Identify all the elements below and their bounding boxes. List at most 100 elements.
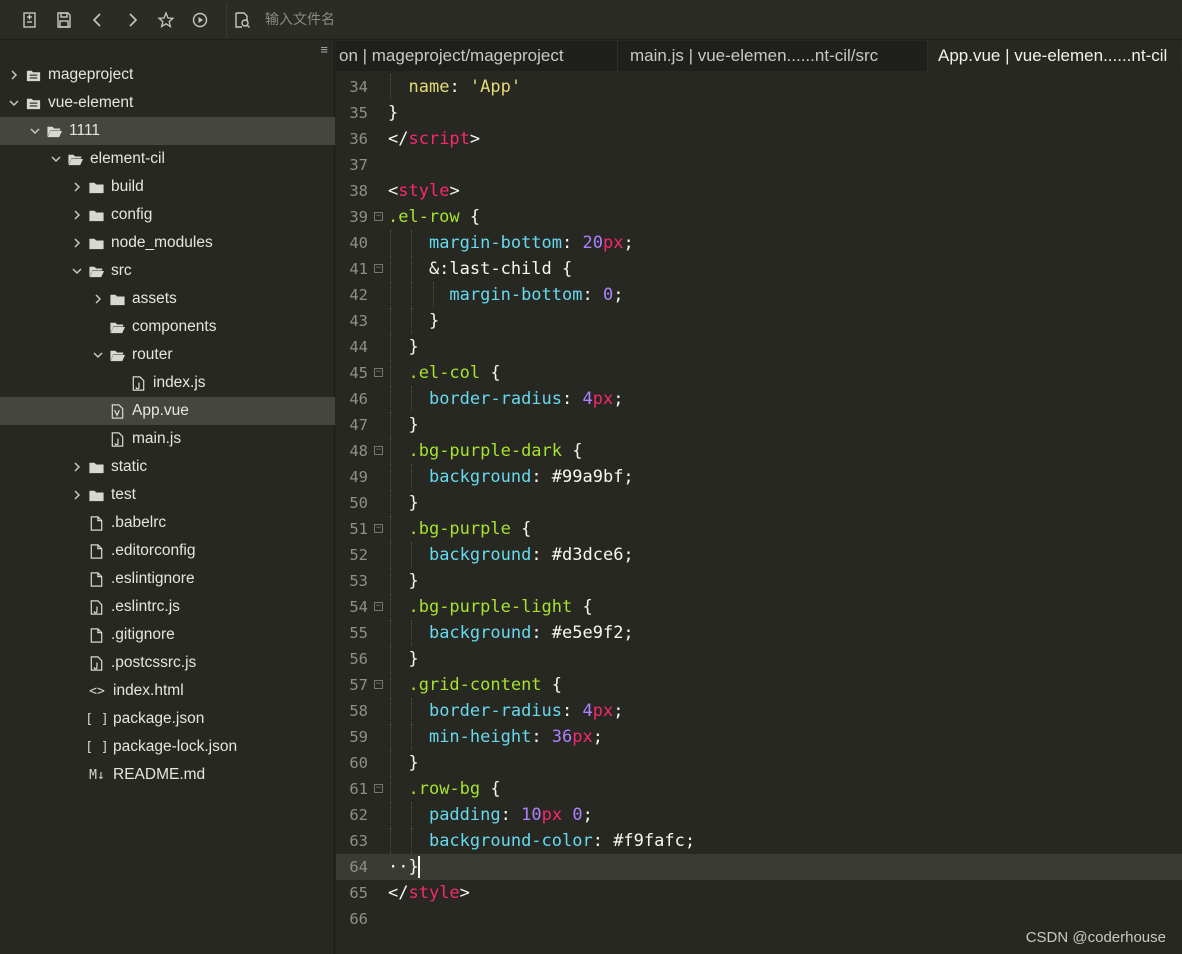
code-line[interactable]: 48 .bg-purple-dark { — [336, 438, 1182, 464]
tree-item[interactable]: M↓ README.md — [0, 761, 335, 789]
code-token: : #f9fafc; — [592, 831, 696, 851]
tree-item[interactable]: element-cil — [0, 145, 335, 173]
tree-item[interactable]: build — [0, 173, 335, 201]
tree-item[interactable]: .editorconfig — [0, 537, 335, 565]
code-line[interactable]: 58 border-radius: 4px; — [336, 698, 1182, 724]
new-file-icon[interactable] — [18, 8, 42, 32]
code-token: } — [388, 493, 419, 513]
fold-toggle-icon[interactable] — [374, 602, 383, 611]
chevron-down-icon[interactable] — [50, 153, 62, 165]
chevron-right-icon[interactable] — [71, 461, 83, 473]
code-editor[interactable]: 34 name: 'App' 35} 36 </script> 37 38 <style> 3… — [336, 74, 1182, 954]
code-line[interactable]: 57 .grid-content { — [336, 672, 1182, 698]
code-line[interactable]: 36 </script> — [336, 126, 1182, 152]
code-line[interactable]: 63 background-color: #f9fafc; — [336, 828, 1182, 854]
tree-item[interactable]: assets — [0, 285, 335, 313]
save-icon[interactable] — [52, 8, 76, 32]
hamburger-menu-icon[interactable]: ≡ — [320, 43, 328, 56]
code-line[interactable]: 40 margin-bottom: 20px; — [336, 230, 1182, 256]
tree-item[interactable]: [ ] package-lock.json — [0, 733, 335, 761]
tree-item[interactable]: index.js — [0, 369, 335, 397]
chevron-down-icon[interactable] — [29, 125, 41, 137]
fold-toggle-icon[interactable] — [374, 212, 383, 221]
file-search-input[interactable] — [263, 10, 863, 29]
tree-item[interactable]: [ ] package.json — [0, 705, 335, 733]
forward-icon[interactable] — [120, 8, 144, 32]
tree-item[interactable]: .babelrc — [0, 509, 335, 537]
tab-mageproject[interactable]: on | mageproject/mageproject — [336, 41, 618, 71]
tree-item[interactable]: node_modules — [0, 229, 335, 257]
fold-toggle-icon[interactable] — [374, 264, 383, 273]
code-line[interactable]: 34 name: 'App' — [336, 74, 1182, 100]
fold-toggle-icon[interactable] — [374, 368, 383, 377]
code-line[interactable]: 60 } — [336, 750, 1182, 776]
tree-item[interactable]: components — [0, 313, 335, 341]
line-number: 64 — [349, 858, 368, 876]
code-line[interactable]: 62 padding: 10px 0; — [336, 802, 1182, 828]
code-line[interactable]: 65 </style> — [336, 880, 1182, 906]
tree-item[interactable]: src — [0, 257, 335, 285]
star-icon[interactable] — [154, 8, 178, 32]
tree-item[interactable]: static — [0, 453, 335, 481]
fold-toggle-icon[interactable] — [374, 524, 383, 533]
code-line[interactable]: 49 background: #99a9bf; — [336, 464, 1182, 490]
code-text: } — [388, 308, 439, 334]
code-line[interactable]: 53 } — [336, 568, 1182, 594]
tab-app-vue[interactable]: App.vue | vue-elemen......nt-cil — [928, 41, 1182, 71]
tree-item[interactable]: vue-element — [0, 89, 335, 117]
code-line[interactable]: 43 } — [336, 308, 1182, 334]
code-line[interactable]: 44 } — [336, 334, 1182, 360]
code-line[interactable]: 50 } — [336, 490, 1182, 516]
fold-toggle-icon[interactable] — [374, 784, 383, 793]
code-line[interactable]: 52 background: #d3dce6; — [336, 542, 1182, 568]
code-line[interactable]: 38 <style> — [336, 178, 1182, 204]
chevron-right-icon[interactable] — [71, 181, 83, 193]
code-line[interactable]: 56 } — [336, 646, 1182, 672]
tree-item[interactable]: test — [0, 481, 335, 509]
code-line[interactable]: 39 .el-row { — [336, 204, 1182, 230]
tree-item[interactable]: main.js — [0, 425, 335, 453]
tree-item[interactable]: .postcssrc.js — [0, 649, 335, 677]
tree-item[interactable]: .eslintignore — [0, 565, 335, 593]
code-line[interactable]: 41 &:last-child { — [336, 256, 1182, 282]
code-line[interactable]: 51 .bg-purple { — [336, 516, 1182, 542]
code-line[interactable]: 45 .el-col { — [336, 360, 1182, 386]
tree-item-label: .eslintrc.js — [111, 598, 180, 615]
code-line[interactable]: 54 .bg-purple-light { — [336, 594, 1182, 620]
run-icon[interactable] — [188, 8, 212, 32]
tree-item[interactable]: router — [0, 341, 335, 369]
tab-main-js[interactable]: main.js | vue-elemen......nt-cil/src — [618, 41, 928, 71]
chevron-down-icon[interactable] — [8, 97, 20, 109]
fold-toggle-icon[interactable] — [374, 680, 383, 689]
chevron-right-icon[interactable] — [8, 69, 20, 81]
code-token: } — [388, 103, 399, 123]
tree-item[interactable]: 1111 — [0, 117, 335, 145]
code-line[interactable]: 55 background: #e5e9f2; — [336, 620, 1182, 646]
file-icon — [87, 514, 105, 532]
back-icon[interactable] — [86, 8, 110, 32]
tree-item[interactable]: .eslintrc.js — [0, 593, 335, 621]
fold-toggle-icon[interactable] — [374, 446, 383, 455]
chevron-right-icon[interactable] — [71, 489, 83, 501]
code-token: script — [408, 129, 470, 149]
code-line[interactable]: 37 — [336, 152, 1182, 178]
code-token: px — [592, 389, 614, 409]
tree-item[interactable]: .gitignore — [0, 621, 335, 649]
code-line[interactable]: 61 .row-bg { — [336, 776, 1182, 802]
chevron-down-icon[interactable] — [71, 265, 83, 277]
chevron-down-icon[interactable] — [92, 349, 104, 361]
tree-item[interactable]: config — [0, 201, 335, 229]
chevron-right-icon[interactable] — [71, 209, 83, 221]
code-line[interactable]: 46 border-radius: 4px; — [336, 386, 1182, 412]
chevron-right-icon[interactable] — [92, 293, 104, 305]
code-line[interactable]: 42 margin-bottom: 0; — [336, 282, 1182, 308]
chevron-right-icon[interactable] — [71, 237, 83, 249]
tree-item[interactable]: <> index.html — [0, 677, 335, 705]
code-line[interactable]: 59 min-height: 36px; — [336, 724, 1182, 750]
tree-item[interactable]: App.vue — [0, 397, 335, 425]
code-line[interactable]: 35} — [336, 100, 1182, 126]
code-line[interactable]: 47 } — [336, 412, 1182, 438]
code-line[interactable]: 64 ··} — [336, 854, 1182, 880]
tree-item[interactable]: mageproject — [0, 61, 335, 89]
